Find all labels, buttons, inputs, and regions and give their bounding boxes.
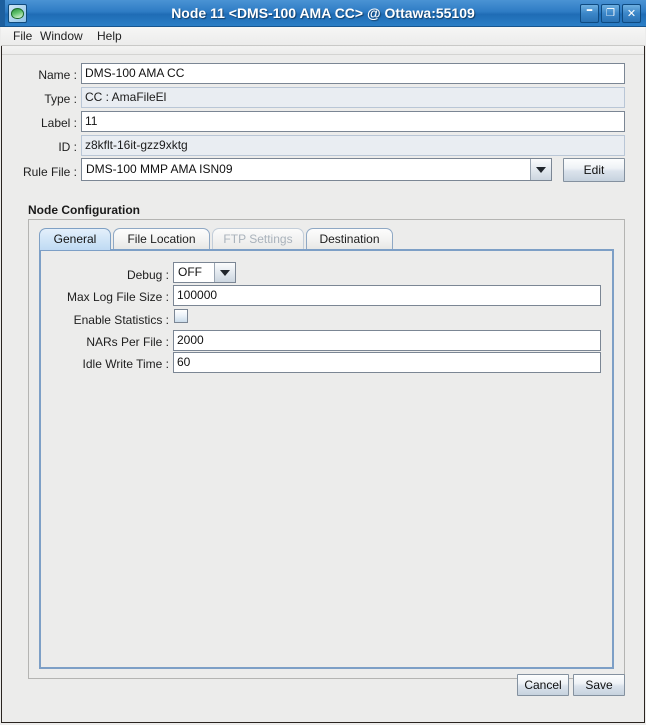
application-window: Node 11 <DMS-100 AMA CC> @ Ottawa:55109 … [0, 0, 646, 725]
node-configuration-title: Node Configuration [28, 203, 140, 217]
idle-write-time-label: Idle Write Time : [82, 357, 169, 371]
tab-ftp-settings: FTP Settings [212, 228, 304, 250]
type-label: Type : [44, 92, 77, 106]
label-label: Label : [40, 116, 77, 130]
window-controls: – ❐ ✕ [580, 2, 641, 23]
debug-select[interactable]: OFF [173, 262, 236, 283]
name-input[interactable]: DMS-100 AMA CC [81, 63, 625, 84]
minimize-button[interactable]: – [580, 2, 599, 23]
save-button[interactable]: Save [573, 674, 625, 696]
menu-bar: File Window Help [1, 27, 645, 46]
title-bar: Node 11 <DMS-100 AMA CC> @ Ottawa:55109 … [0, 0, 646, 27]
toolbar-strip [2, 46, 644, 55]
tab-destination[interactable]: Destination [306, 228, 393, 250]
enable-statistics-label: Enable Statistics : [73, 313, 169, 327]
menu-item-window[interactable]: Window [34, 27, 89, 45]
debug-label: Debug : [126, 268, 169, 282]
nars-per-file-label: NARs Per File : [86, 335, 169, 349]
rule-file-select[interactable]: DMS-100 MMP AMA ISN09 [81, 158, 552, 181]
label-input[interactable]: 11 [81, 111, 625, 132]
close-button[interactable]: ✕ [622, 4, 641, 23]
node-configuration-groupbox: General File Location FTP Settings Desti… [28, 219, 625, 679]
tab-general[interactable]: General [39, 228, 111, 250]
max-log-file-size-label: Max Log File Size : [66, 290, 169, 304]
debug-value: OFF [174, 263, 214, 282]
cancel-button[interactable]: Cancel [517, 674, 569, 696]
rule-file-label: Rule File : [22, 165, 77, 179]
maximize-icon: ❐ [606, 8, 615, 19]
rule-file-value: DMS-100 MMP AMA ISN09 [82, 159, 530, 180]
menu-item-help[interactable]: Help [91, 27, 128, 45]
type-value: CC : AmaFileEl [81, 87, 625, 108]
tab-file-location[interactable]: File Location [113, 228, 210, 250]
id-label: ID : [58, 140, 77, 154]
chevron-down-icon[interactable] [530, 159, 551, 180]
enable-statistics-checkbox[interactable] [174, 309, 188, 323]
edit-rule-file-button[interactable]: Edit [563, 158, 625, 182]
max-log-file-size-input[interactable]: 100000 [173, 285, 601, 306]
minimize-icon: – [586, 2, 593, 18]
general-tab-panel: Debug : OFF Max Log File Size : 100000 E… [39, 249, 614, 669]
node-configuration-tabs: General File Location FTP Settings Desti… [39, 228, 614, 250]
chevron-down-icon[interactable] [214, 263, 235, 282]
nars-per-file-input[interactable]: 2000 [173, 330, 601, 351]
window-content: Name : DMS-100 AMA CC Type : CC : AmaFil… [1, 46, 645, 723]
idle-write-time-input[interactable]: 60 [173, 352, 601, 373]
name-label: Name : [38, 68, 77, 82]
id-value: z8kflt-16it-gzz9xktg [81, 135, 625, 156]
maximize-button[interactable]: ❐ [601, 4, 620, 23]
close-icon: ✕ [626, 7, 637, 20]
window-title: Node 11 <DMS-100 AMA CC> @ Ottawa:55109 [171, 5, 475, 21]
